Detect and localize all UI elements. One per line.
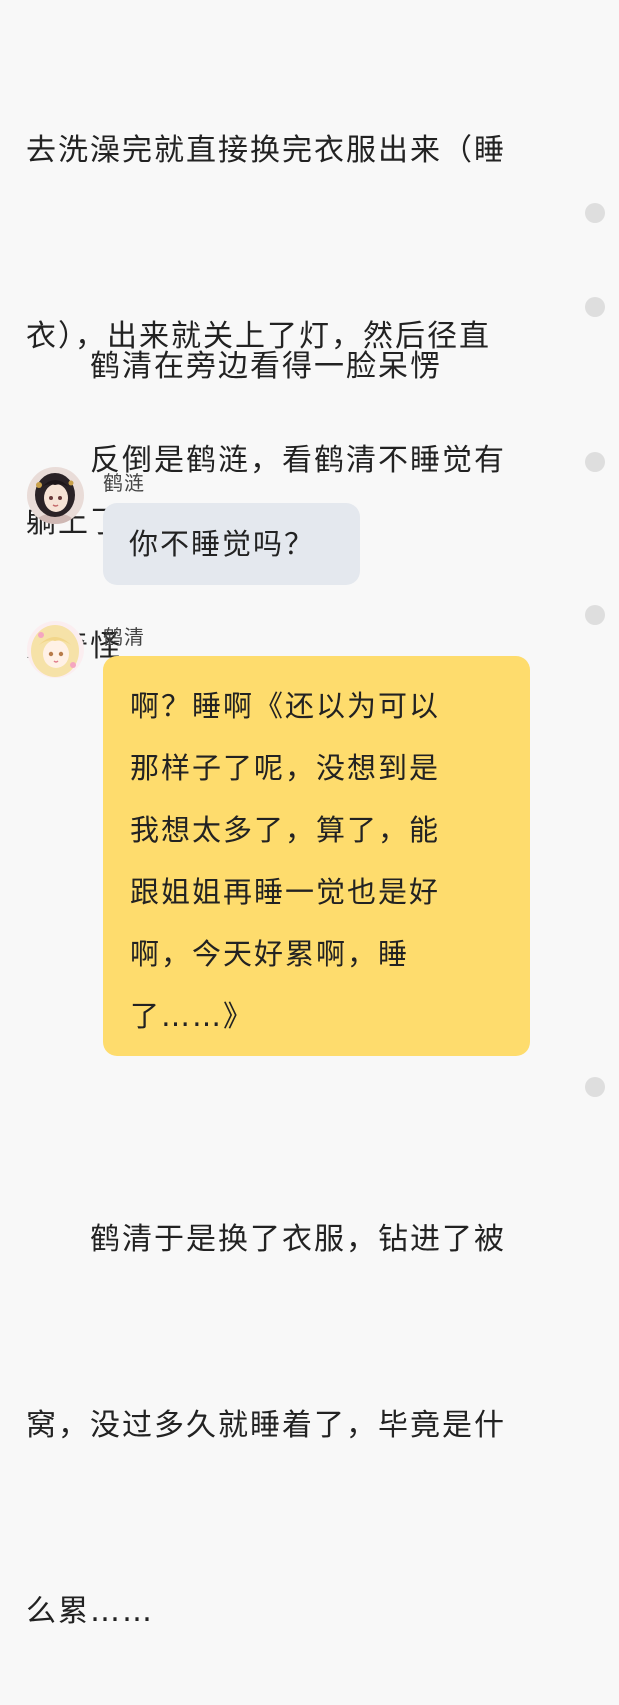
chat-bubble-line: 啊？睡啊《还以为可以 (130, 689, 441, 723)
girl-blonde-hair-avatar-icon (27, 621, 84, 678)
chat-bubble-line: 你不睡觉吗？ (129, 527, 316, 561)
speaker-name: 鹤涟 (103, 471, 145, 495)
comment-dot-4[interactable] (585, 605, 605, 625)
girl-dark-hair-avatar[interactable] (27, 467, 84, 524)
girl-dark-hair-avatar-icon (27, 467, 84, 524)
story-line: 窝，没过多久就睡着了，毕竟是什 (26, 1408, 506, 1443)
story-line: 么累…… (26, 1594, 154, 1629)
chat-bubble-1: 你不睡觉吗？ (103, 503, 360, 585)
story-paragraph-4: 鹤清于是换了衣服，钻进了被 窝，没过多久就睡着了，毕竟是什 么累…… (26, 1085, 546, 1705)
chat-bubble-line: 我想太多了，算了，能 (130, 813, 441, 847)
comment-dot-2[interactable] (585, 297, 605, 317)
comment-dot-1[interactable] (585, 203, 605, 223)
story-line: 鹤清于是换了衣服，钻进了被 (26, 1222, 506, 1257)
comment-dot-3[interactable] (585, 452, 605, 472)
speaker-name: 鹤清 (103, 625, 145, 649)
chat-bubble-line: 那样子了呢，没想到是 (130, 751, 441, 785)
chat-bubble-line: 啊，今天好累啊，睡 (130, 937, 410, 971)
chat-bubble-line: 了……》 (130, 999, 255, 1033)
girl-blonde-hair-avatar[interactable] (27, 621, 84, 678)
comment-dot-5[interactable] (585, 1077, 605, 1097)
story-line: 去洗澡完就直接换完衣服出来（睡 (26, 133, 506, 168)
chat-bubble-line: 跟姐姐再睡一觉也是好 (130, 875, 441, 909)
chat-bubble-2: 啊？睡啊《还以为可以 那样子了呢，没想到是 我想太多了，算了，能 跟姐姐再睡一觉… (103, 656, 530, 1056)
